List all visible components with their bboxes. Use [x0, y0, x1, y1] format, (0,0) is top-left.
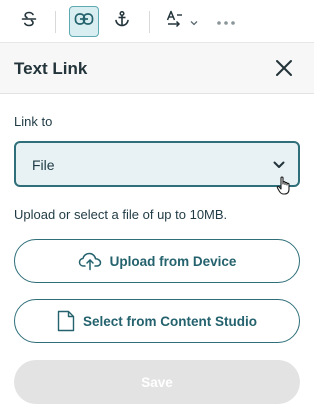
strikethrough-icon	[20, 10, 38, 33]
anchor-button[interactable]	[107, 6, 137, 37]
save-button[interactable]: Save	[14, 360, 300, 404]
helper-text: Upload or select a file of up to 10MB.	[14, 207, 228, 222]
chevron-down-icon	[272, 158, 286, 172]
chevron-down-icon	[190, 13, 198, 31]
upload-from-device-label: Upload from Device	[109, 253, 237, 269]
select-from-content-studio-button[interactable]: Select from Content Studio	[14, 299, 300, 343]
upload-from-device-button[interactable]: Upload from Device	[14, 239, 300, 283]
editor-toolbar	[0, 0, 314, 43]
document-icon	[57, 310, 75, 332]
close-button[interactable]	[274, 58, 294, 78]
hand-cursor-icon	[276, 175, 294, 197]
panel-title: Text Link	[14, 59, 88, 78]
link-to-select[interactable]: File	[14, 141, 300, 187]
link-to-selected-value: File	[32, 157, 55, 173]
text-direction-button[interactable]	[162, 6, 202, 37]
select-from-content-studio-label: Select from Content Studio	[82, 313, 257, 329]
strikethrough-button[interactable]	[14, 6, 44, 37]
text-link-panel: Text Link Link to File Upload or select …	[0, 43, 314, 414]
more-options-button[interactable]	[211, 6, 241, 37]
link-icon	[74, 12, 94, 31]
toolbar-divider	[55, 11, 56, 33]
link-button[interactable]	[69, 6, 99, 37]
more-icon	[216, 13, 236, 31]
anchor-icon	[113, 10, 131, 33]
toolbar-divider	[149, 11, 150, 33]
close-icon	[274, 60, 294, 82]
save-button-label: Save	[141, 374, 173, 390]
panel-header: Text Link	[0, 43, 314, 94]
cloud-upload-icon	[78, 251, 102, 271]
link-to-label: Link to	[14, 114, 53, 129]
text-direction-icon	[166, 10, 188, 33]
